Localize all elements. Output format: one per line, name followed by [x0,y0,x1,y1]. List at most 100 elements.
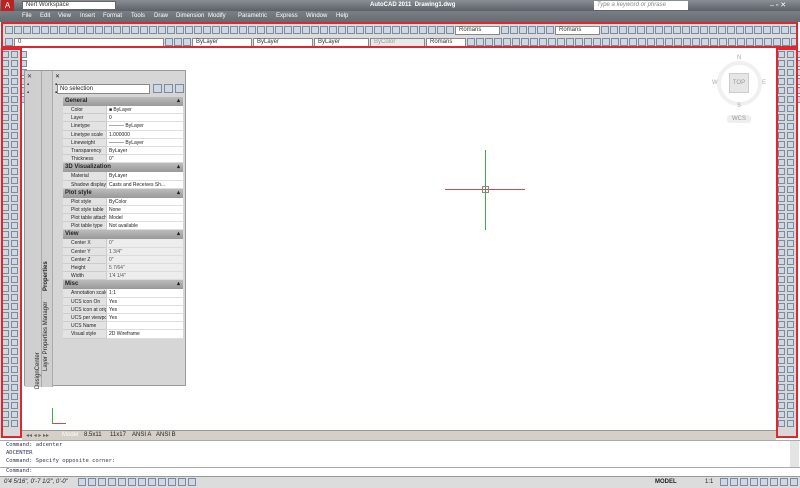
tab-layout-1[interactable]: 8.5x11 [84,432,102,438]
drafting-toggle-icon[interactable] [98,478,106,486]
property-value[interactable]: 0 [106,114,183,123]
command-scrollbar[interactable] [790,441,799,467]
property-row[interactable]: Shadow display Casts and Receives Sh... [63,180,183,189]
drafting-toggle-icon[interactable] [78,478,86,486]
section-header[interactable]: View [63,230,183,240]
property-value[interactable]: Yes [106,297,183,306]
model-button[interactable]: MODEL [655,479,677,485]
property-row[interactable]: Linetype scale 1.000000 [63,130,183,139]
property-value[interactable]: Model [106,214,183,223]
viewcube-top-face[interactable]: TOP [729,73,749,93]
status-tray-icon[interactable] [720,478,728,486]
property-value[interactable]: 1:1 [106,289,183,298]
property-row[interactable]: Plot style ByColor [63,197,183,206]
tab-model[interactable]: Model [62,432,78,438]
property-row[interactable]: Visual style 2D Wireframe [63,330,183,339]
property-value[interactable]: 0" [106,255,183,264]
menu-edit[interactable]: Edit [40,13,50,19]
property-value[interactable]: ByColor [106,197,183,206]
menu-draw[interactable]: Draw [154,13,168,19]
quick-select-icon[interactable] [175,84,184,93]
palette-controls[interactable]: ✕ ▪ ▪ [27,73,32,97]
section-header[interactable]: Misc [63,280,183,290]
property-row[interactable]: Center Y1 3/4" [63,247,183,256]
menu-express[interactable]: Express [276,13,298,19]
workspace-dropdown[interactable]: Nert Workspace [22,1,116,10]
property-row[interactable]: Material ByLayer [63,172,183,181]
property-row[interactable]: Width 1'4 1/4" [63,272,183,281]
drafting-toggle-icon[interactable] [178,478,186,486]
property-value[interactable]: ——— ByLayer [106,138,183,147]
section-header[interactable]: Plot style [63,188,183,198]
property-row[interactable]: Height 5 7/64" [63,264,183,273]
menu-insert[interactable]: Insert [80,13,95,19]
property-row[interactable]: Thickness 0" [63,155,183,164]
status-tray-icon[interactable] [790,478,798,486]
drafting-toggle-icon[interactable] [158,478,166,486]
drafting-toggle-icon[interactable] [168,478,176,486]
property-row[interactable]: Plot style table None [63,205,183,215]
property-value[interactable]: Yes [106,305,183,314]
property-row[interactable]: Linetype ——— ByLayer [63,122,183,131]
command-window[interactable]: Command: adcenter ADCENTER Command: Spec… [0,440,800,476]
tab-nav-arrows[interactable]: ◂◂ ◂ ▸ ▸▸ [26,432,49,439]
wcs-menu[interactable]: WCS [727,115,751,123]
menu-view[interactable]: View [58,13,71,19]
property-value[interactable]: ■ ByLayer [106,106,183,115]
annotation-scale[interactable]: 1:1 [705,479,713,485]
section-header[interactable]: 3D Visualization [63,163,183,173]
menu-help[interactable]: Help [336,13,348,19]
viewcube-north[interactable]: N [737,55,741,61]
selection-dropdown[interactable]: No selection [57,84,150,94]
menu-tools[interactable]: Tools [131,13,145,19]
tab-layout-2[interactable]: 11x17 [110,432,126,438]
menu-format[interactable]: Format [103,13,122,19]
property-row[interactable]: Transparency ByLayer [63,146,183,156]
drafting-toggle-icon[interactable] [148,478,156,486]
menu-modify[interactable]: Modify [208,13,226,19]
window-controls[interactable]: – ▫ ✕ [770,1,786,9]
property-value[interactable]: ByLayer [106,146,183,156]
property-row[interactable]: Color ■ ByLayer [63,106,183,115]
property-value[interactable]: ——— ByLayer [106,122,183,131]
property-row[interactable]: UCS Name [63,322,183,331]
drafting-toggle-icon[interactable] [118,478,126,486]
property-value[interactable]: 0" [106,155,183,164]
tab-properties[interactable]: Properties [43,261,49,291]
property-row[interactable]: Layer 0 [63,114,183,123]
property-value[interactable]: Casts and Receives Sh... [106,180,183,189]
tab-layout-4[interactable]: ANSI B [156,432,176,438]
application-menu-button[interactable]: A [1,0,14,11]
property-value[interactable]: Not available [106,222,183,231]
menu-file[interactable]: File [22,13,32,19]
property-value[interactable]: None [106,205,183,215]
property-value[interactable]: Yes [106,313,183,323]
status-tray-icon[interactable] [740,478,748,486]
status-tray-icon[interactable] [750,478,758,486]
property-value[interactable]: 1.000000 [106,130,183,139]
property-value[interactable]: 1 3/4" [106,247,183,256]
menu-window[interactable]: Window [306,13,327,19]
property-value[interactable]: 0" [106,239,183,248]
viewcube[interactable]: N S E W TOP WCS [712,55,767,125]
tab-layer-properties-manager[interactable]: Layer Properties Manager [43,302,49,371]
property-value[interactable]: 2D Wireframe [106,330,183,339]
property-row[interactable]: UCS per viewportYes [63,313,183,323]
drafting-toggle-icon[interactable] [88,478,96,486]
command-input[interactable]: Command: [0,467,800,474]
menu-dimension[interactable]: Dimension [176,13,204,19]
menu-parametric[interactable]: Parametric [238,13,267,19]
property-row[interactable]: Annotation scale 1:1 [63,289,183,298]
viewcube-south[interactable]: S [737,103,741,109]
select-objects-icon[interactable] [164,84,173,93]
status-tray-icon[interactable] [760,478,768,486]
tab-layout-3[interactable]: ANSI A [132,432,151,438]
status-tray-icon[interactable] [730,478,738,486]
search-input[interactable]: Type a keyword or phrase [594,1,688,10]
section-header[interactable]: General [63,97,183,106]
status-tray-icon[interactable] [780,478,788,486]
property-value[interactable] [106,322,183,331]
drafting-toggle-icon[interactable] [138,478,146,486]
toggle-pickadd-icon[interactable] [153,84,162,93]
status-tray-icon[interactable] [770,478,778,486]
